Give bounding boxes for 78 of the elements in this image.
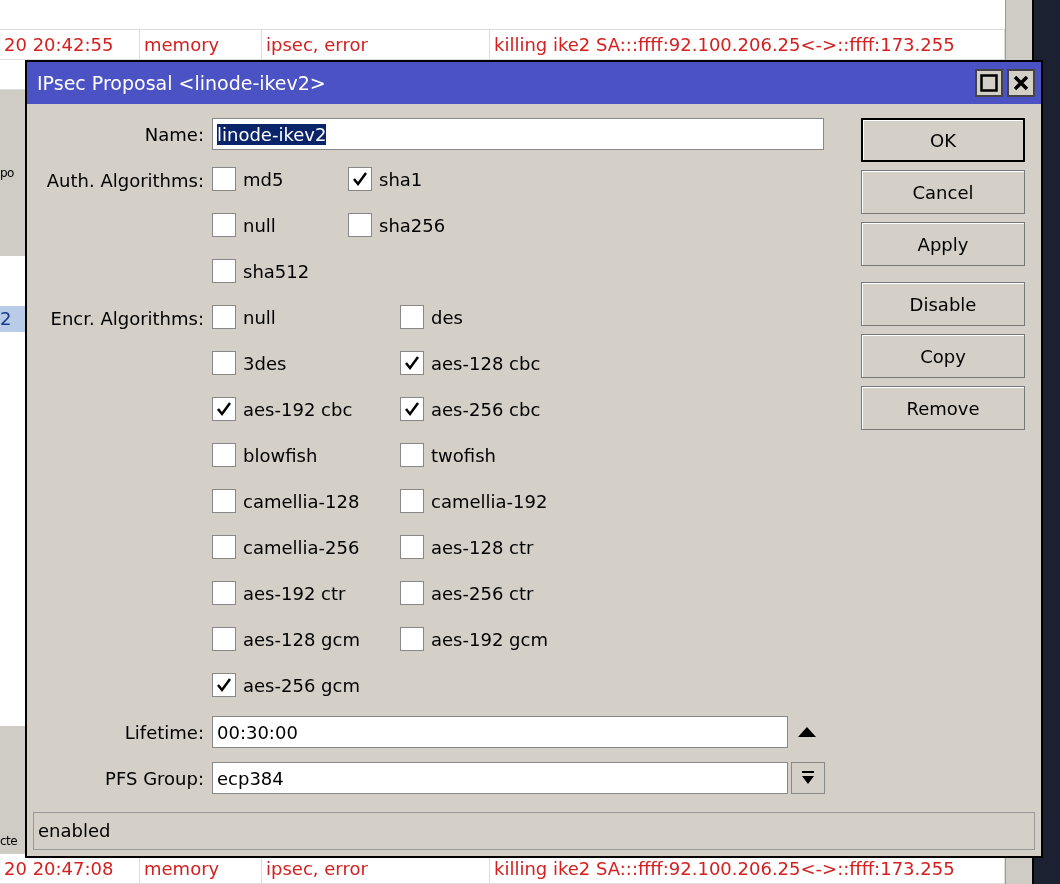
close-button[interactable]	[1007, 69, 1035, 97]
window-text: cte	[0, 833, 19, 850]
checkbox-label: camellia-192	[431, 490, 548, 514]
field-label: PFS Group:	[104, 767, 205, 791]
dialog-button[interactable]: Disable	[861, 282, 1025, 326]
checkbox[interactable]	[212, 351, 236, 375]
checkbox[interactable]	[212, 443, 236, 467]
checkbox[interactable]	[400, 443, 424, 467]
checkbox[interactable]	[348, 167, 372, 191]
check-icon	[404, 355, 420, 371]
dialog-button[interactable]: Cancel	[861, 170, 1025, 214]
checkbox-label: twofish	[431, 444, 496, 468]
checkbox[interactable]	[400, 627, 424, 651]
checkbox-label: camellia-128	[243, 490, 360, 514]
checkbox[interactable]	[400, 351, 424, 375]
checkbox[interactable]	[212, 167, 236, 191]
dialog-button[interactable]: Remove	[861, 386, 1025, 430]
checkbox-label: aes-128 ctr	[431, 536, 534, 560]
checkbox-label: md5	[243, 168, 284, 192]
dropdown-arrow-icon	[801, 771, 815, 785]
checkbox-label: blowfish	[243, 444, 318, 468]
checkbox-label: aes-256 gcm	[243, 674, 360, 698]
checkbox[interactable]	[212, 259, 236, 283]
checkbox-label: camellia-256	[243, 536, 360, 560]
list-item[interactable]: 2	[0, 306, 25, 332]
name-field[interactable]: linode-ikev2	[212, 118, 824, 150]
checkbox[interactable]	[212, 581, 236, 605]
checkbox[interactable]	[212, 673, 236, 697]
status-bar: enabled	[33, 812, 1035, 850]
check-icon	[216, 677, 232, 693]
field-label: Encr. Algorithms:	[49, 307, 205, 331]
dialog-button[interactable]: Copy	[861, 334, 1025, 378]
checkbox-label: des	[431, 306, 463, 330]
checkbox-label: aes-128 gcm	[243, 628, 360, 652]
checkbox[interactable]	[212, 397, 236, 421]
field-label: Name:	[143, 123, 205, 147]
checkbox-label: null	[243, 306, 276, 330]
close-icon	[1013, 75, 1029, 91]
table-cell: ipsec, error	[262, 30, 490, 59]
maximize-icon	[980, 74, 998, 92]
dialog-button[interactable]: Apply	[861, 222, 1025, 266]
check-icon	[404, 401, 420, 417]
checkbox-label: aes-192 ctr	[243, 582, 346, 606]
checkbox-label: sha256	[379, 214, 446, 238]
checkbox-label: sha1	[379, 168, 423, 192]
checkbox[interactable]	[212, 305, 236, 329]
check-icon	[216, 401, 232, 417]
checkbox-label: null	[243, 214, 276, 238]
checkbox[interactable]	[400, 535, 424, 559]
checkbox-label: aes-256 cbc	[431, 398, 541, 422]
checkbox-label: aes-192 gcm	[431, 628, 548, 652]
checkbox-label: aes-128 cbc	[431, 352, 541, 376]
check-icon	[352, 171, 368, 187]
table-cell: 20 20:42:55	[0, 30, 140, 59]
checkbox[interactable]	[400, 489, 424, 513]
checkbox-label: 3des	[243, 352, 287, 376]
checkbox[interactable]	[212, 213, 236, 237]
checkbox[interactable]	[212, 535, 236, 559]
dialog-button[interactable]: OK	[861, 118, 1025, 162]
checkbox-label: aes-192 cbc	[243, 398, 353, 422]
checkbox[interactable]	[400, 581, 424, 605]
checkbox[interactable]	[212, 627, 236, 651]
window-title: IPsec Proposal <linode-ikev2>	[37, 72, 326, 94]
checkbox[interactable]	[400, 397, 424, 421]
field-label: Lifetime:	[123, 721, 205, 745]
pfs-group-dropdown[interactable]: ecp384	[212, 762, 788, 794]
checkbox-label: aes-256 ctr	[431, 582, 534, 606]
field-label: Auth. Algorithms:	[45, 169, 205, 193]
maximize-button[interactable]	[975, 69, 1003, 97]
checkbox-label: sha512	[243, 260, 310, 284]
checkbox[interactable]	[348, 213, 372, 237]
up-triangle-icon	[798, 727, 816, 737]
lifetime-field[interactable]: 00:30:00	[212, 716, 788, 748]
table-cell: memory	[140, 30, 262, 59]
window-text: po	[0, 165, 15, 182]
dropdown-button[interactable]	[791, 762, 825, 794]
checkbox[interactable]	[400, 305, 424, 329]
checkbox[interactable]	[212, 489, 236, 513]
